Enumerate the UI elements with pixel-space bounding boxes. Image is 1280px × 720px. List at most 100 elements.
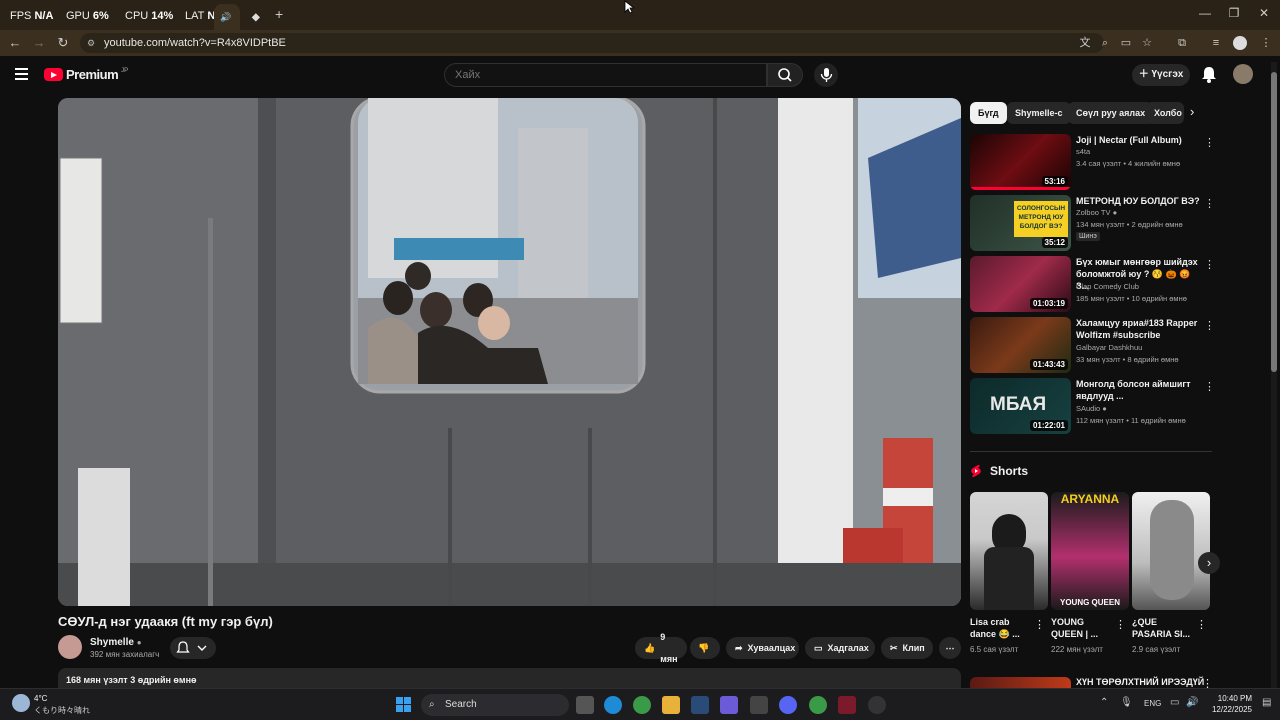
- fps-overlay: FPS N/A: [10, 10, 54, 22]
- chip-all[interactable]: Бүгд: [970, 102, 1007, 124]
- browser-menu-icon[interactable]: ⋮: [1258, 35, 1274, 51]
- chip-related[interactable]: Холбо: [1146, 102, 1184, 124]
- network-icon[interactable]: ▭: [1170, 697, 1179, 708]
- app-icon[interactable]: [838, 696, 856, 714]
- account-avatar[interactable]: [1233, 64, 1253, 84]
- hamburger-menu-icon[interactable]: [15, 68, 28, 80]
- url-field[interactable]: ⚙ youtube.com/watch?v=R4x8VIDPtBE: [80, 33, 1104, 53]
- task-view-icon[interactable]: [576, 696, 594, 714]
- short-thumbnail[interactable]: [970, 492, 1048, 610]
- recommendation-item[interactable]: 53:16 Joji | Nectar (Full Album) s4ta 3.…: [970, 134, 1215, 192]
- channel-avatar[interactable]: [58, 635, 82, 659]
- more-options-icon[interactable]: ⋮: [1115, 618, 1126, 631]
- weather-temp[interactable]: 4°C: [34, 694, 47, 703]
- taskbar-search-box[interactable]: ⌕ Search: [421, 694, 569, 716]
- back-button[interactable]: ←: [6, 34, 24, 52]
- chrome-icon[interactable]: [809, 696, 827, 714]
- more-options-icon[interactable]: ⋮: [1204, 319, 1215, 332]
- app-icon-2[interactable]: [868, 696, 886, 714]
- maximize-button[interactable]: ❐: [1219, 6, 1249, 24]
- more-actions-button[interactable]: ⋯: [939, 637, 961, 659]
- zoom-icon[interactable]: ⌕: [1097, 35, 1113, 51]
- new-badge: Шинэ: [1076, 232, 1100, 241]
- short-title[interactable]: YOUNG QUEEN | ...: [1051, 616, 1113, 640]
- short-title[interactable]: Lisa crab dance 😂 ...: [970, 616, 1032, 640]
- clock-time[interactable]: 10:40 PM: [1204, 694, 1252, 703]
- minimize-button[interactable]: —: [1190, 6, 1220, 24]
- recommendation-channel: Galbayar Dashkhuu: [1076, 343, 1143, 352]
- more-options-icon[interactable]: ⋮: [1204, 197, 1215, 210]
- save-button[interactable]: ▭ Хадгалах: [805, 637, 875, 659]
- search-button[interactable]: [767, 63, 803, 87]
- recommendation-meta: 185 мян үзэлт • 10 өдрийн өмнө: [1076, 294, 1187, 303]
- more-options-icon[interactable]: ⋮: [1034, 618, 1045, 631]
- file-explorer-icon[interactable]: [662, 696, 680, 714]
- channel-name[interactable]: Shymelle ●: [90, 637, 142, 648]
- dislike-button[interactable]: 👎: [690, 637, 720, 659]
- share-button[interactable]: ➦ Хуваалцах: [726, 637, 799, 659]
- chrome-active-icon[interactable]: [633, 696, 651, 714]
- tab-youtube[interactable]: 🔊: [214, 4, 240, 30]
- video-player[interactable]: [58, 98, 961, 606]
- volume-icon[interactable]: 🔊: [1186, 697, 1198, 708]
- steam-icon[interactable]: [691, 696, 709, 714]
- recommendation-item[interactable]: 01:43:43 Халамцуу яриа#183 Rapper Wolfiz…: [970, 317, 1215, 375]
- tab-search-icon[interactable]: ≡: [1208, 35, 1224, 51]
- chip-seoul-travel[interactable]: Сөүл руу аялах: [1068, 102, 1154, 124]
- notifications-icon[interactable]: ▤: [1262, 697, 1271, 708]
- cast-icon[interactable]: ▭: [1118, 35, 1134, 51]
- recommendation-item[interactable]: МБАЯ 01:22:01 Монголд болсон аймшигт явд…: [970, 378, 1215, 436]
- subscription-bell-button[interactable]: [170, 637, 216, 659]
- gpu-overlay: GPU 6%: [66, 10, 109, 22]
- video-thumbnail[interactable]: [970, 677, 1071, 688]
- forward-button[interactable]: →: [30, 34, 48, 52]
- short-thumbnail[interactable]: ARYANNA YOUNG QUEEN: [1051, 492, 1129, 610]
- store-icon[interactable]: [750, 696, 768, 714]
- discord-icon[interactable]: [779, 696, 797, 714]
- profile-icon[interactable]: [1233, 36, 1247, 50]
- site-info-icon[interactable]: ⚙: [87, 33, 95, 53]
- chip-from-channel[interactable]: Shymelle-с: [1007, 102, 1071, 124]
- mouse-cursor-icon: [624, 0, 634, 14]
- recommendation-title: Монголд болсон аймшигт явдлууд ...: [1076, 379, 1191, 401]
- weather-desc[interactable]: くもり時々晴れ: [34, 705, 90, 716]
- youtube-premium-logo[interactable]: Premium JP: [44, 67, 128, 82]
- extensions-icon[interactable]: ⧉: [1174, 35, 1190, 51]
- short-title[interactable]: ¿QUE PASARIA SI...: [1132, 616, 1194, 640]
- language-indicator[interactable]: ENG: [1144, 699, 1161, 708]
- new-tab-button[interactable]: +: [275, 6, 283, 22]
- chips-next-icon[interactable]: ›: [1190, 104, 1194, 119]
- bookmark-star-icon[interactable]: ☆: [1139, 35, 1155, 51]
- recommendation-item[interactable]: СОЛОНГОСЫН МЕТРОНД ЮУ БОЛДОГ ВЭ? 35:12 М…: [970, 195, 1215, 253]
- scissors-icon: ✂: [890, 643, 898, 653]
- shorts-icon: [971, 465, 981, 477]
- notifications-bell-icon[interactable]: [1198, 64, 1220, 86]
- more-options-icon[interactable]: ⋮: [1196, 618, 1207, 631]
- start-windows-icon[interactable]: [396, 697, 412, 713]
- like-button[interactable]: 👍 9 мян: [635, 632, 687, 664]
- recommendation-item[interactable]: 01:03:19 Бүх юмыг мөнгөөр шийдэх боломжт…: [970, 256, 1215, 314]
- copilot-icon[interactable]: [720, 696, 738, 714]
- search-input[interactable]: Хайх: [444, 63, 767, 87]
- more-options-icon[interactable]: ⋮: [1204, 258, 1215, 271]
- short-thumbnail[interactable]: [1132, 492, 1210, 610]
- tray-overflow-icon[interactable]: ⌃: [1100, 697, 1108, 708]
- clip-button[interactable]: ✂ Клип: [881, 637, 933, 659]
- close-window-button[interactable]: ✕: [1249, 6, 1279, 24]
- recommendation-title[interactable]: ХҮН ТӨРӨЛХТНИЙ ИРЭЭДҮЙ: [1076, 677, 1204, 687]
- more-options-icon[interactable]: ⋮: [1204, 136, 1215, 149]
- voice-search-button[interactable]: [814, 63, 838, 87]
- windows-taskbar: 4°C くもり時々晴れ ⌕ Search ⌃ 🎙 ENG ▭ 🔊 10:40 P…: [0, 688, 1280, 720]
- create-button[interactable]: ＋ Үүсгэх: [1132, 64, 1190, 86]
- page-scrollbar[interactable]: [1271, 62, 1277, 688]
- reload-button[interactable]: ↻: [54, 34, 72, 52]
- weather-icon[interactable]: [12, 694, 30, 712]
- tab-other[interactable]: ◆: [246, 4, 266, 30]
- more-options-icon[interactable]: ⋮: [1204, 380, 1215, 393]
- edge-icon[interactable]: [604, 696, 622, 714]
- shorts-next-button[interactable]: ›: [1198, 552, 1220, 574]
- clock-date[interactable]: 12/22/2025: [1204, 705, 1252, 714]
- mic-tray-icon[interactable]: 🎙: [1120, 697, 1133, 708]
- speaker-icon: 🔊: [220, 11, 232, 22]
- translate-icon[interactable]: 文: [1077, 35, 1093, 51]
